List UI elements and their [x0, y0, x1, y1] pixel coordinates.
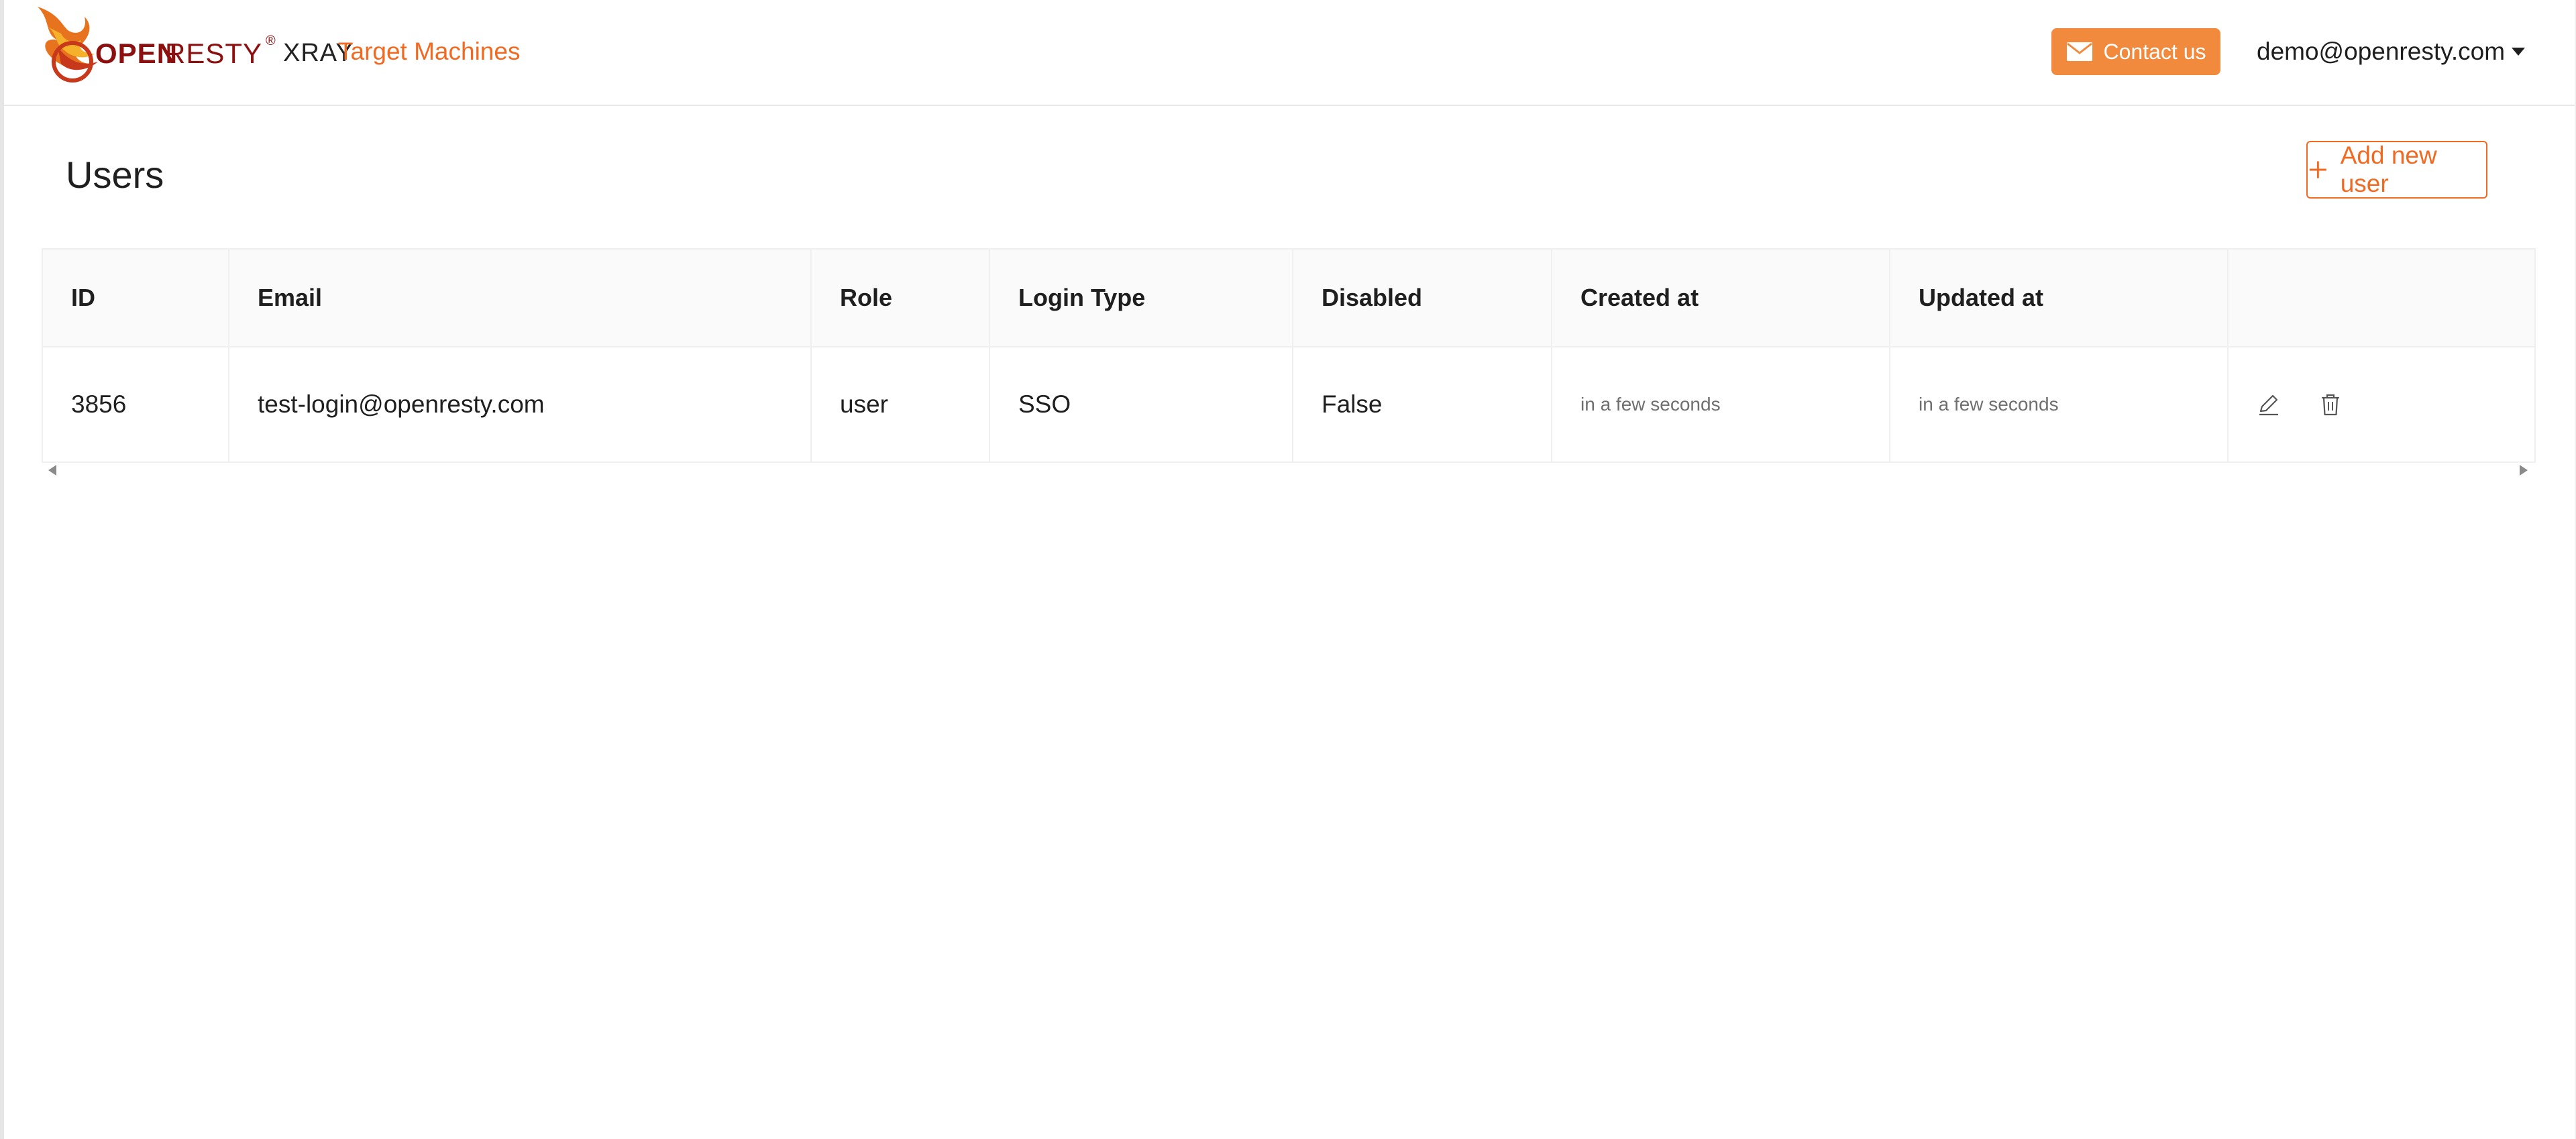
- plus-icon: [2309, 161, 2326, 178]
- users-table: ID Email Role Login Type Disabled Create…: [42, 248, 2536, 463]
- page-title: Users: [66, 154, 164, 196]
- cell-updated-at: in a few seconds: [1889, 346, 2229, 463]
- user-email: demo@openresty.com: [2257, 38, 2506, 65]
- openresty-xray-logo[interactable]: OPEN RESTY ® XRAY: [31, 0, 353, 105]
- caret-down-icon: [2512, 48, 2526, 56]
- left-border: [0, 0, 4, 1139]
- mail-icon: [2066, 42, 2092, 61]
- logo-text-resty: RESTY: [165, 38, 263, 69]
- cell-disabled: False: [1292, 346, 1552, 463]
- column-header-created-at[interactable]: Created at: [1551, 248, 1890, 347]
- logo-registered-mark: ®: [266, 34, 276, 48]
- users-table-container: ID Email Role Login Type Disabled Create…: [42, 248, 2536, 463]
- cell-role: user: [810, 346, 990, 463]
- delete-user-button[interactable]: [2320, 392, 2341, 417]
- cell-login-type: SSO: [989, 346, 1293, 463]
- nav-target-machines[interactable]: Target Machines: [338, 38, 520, 66]
- column-header-updated-at[interactable]: Updated at: [1889, 248, 2229, 347]
- user-account-menu[interactable]: demo@openresty.com: [2257, 38, 2526, 66]
- add-new-user-label: Add new user: [2340, 142, 2437, 197]
- top-header: OPEN RESTY ® XRAY Target Machines Contac…: [4, 0, 2575, 106]
- column-header-email[interactable]: Email: [228, 248, 812, 347]
- table-header-row: ID Email Role Login Type Disabled Create…: [42, 248, 2536, 347]
- scroll-right-icon[interactable]: [2520, 465, 2528, 476]
- scroll-left-icon[interactable]: [48, 465, 56, 476]
- column-header-disabled[interactable]: Disabled: [1292, 248, 1552, 347]
- edit-icon: [2259, 394, 2278, 416]
- edit-user-button[interactable]: [2257, 392, 2281, 417]
- column-header-actions: [2227, 248, 2536, 347]
- row-actions: [2257, 392, 2534, 417]
- contact-us-label: Contact us: [2103, 39, 2206, 64]
- cell-created-at: in a few seconds: [1551, 346, 1890, 463]
- cell-email: test-login@openresty.com: [228, 346, 812, 463]
- column-header-login-type[interactable]: Login Type: [989, 248, 1293, 347]
- column-header-role[interactable]: Role: [810, 248, 990, 347]
- cell-id: 3856: [42, 346, 229, 463]
- table-row: 3856 test-login@openresty.com user SSO F…: [42, 346, 2536, 463]
- contact-us-button[interactable]: Contact us: [2051, 28, 2220, 75]
- cell-actions: [2227, 346, 2536, 463]
- add-new-user-button[interactable]: Add new user: [2306, 141, 2487, 199]
- table-horizontal-scrollbar[interactable]: [42, 460, 2534, 479]
- column-header-id[interactable]: ID: [42, 248, 229, 347]
- trash-icon: [2322, 394, 2339, 416]
